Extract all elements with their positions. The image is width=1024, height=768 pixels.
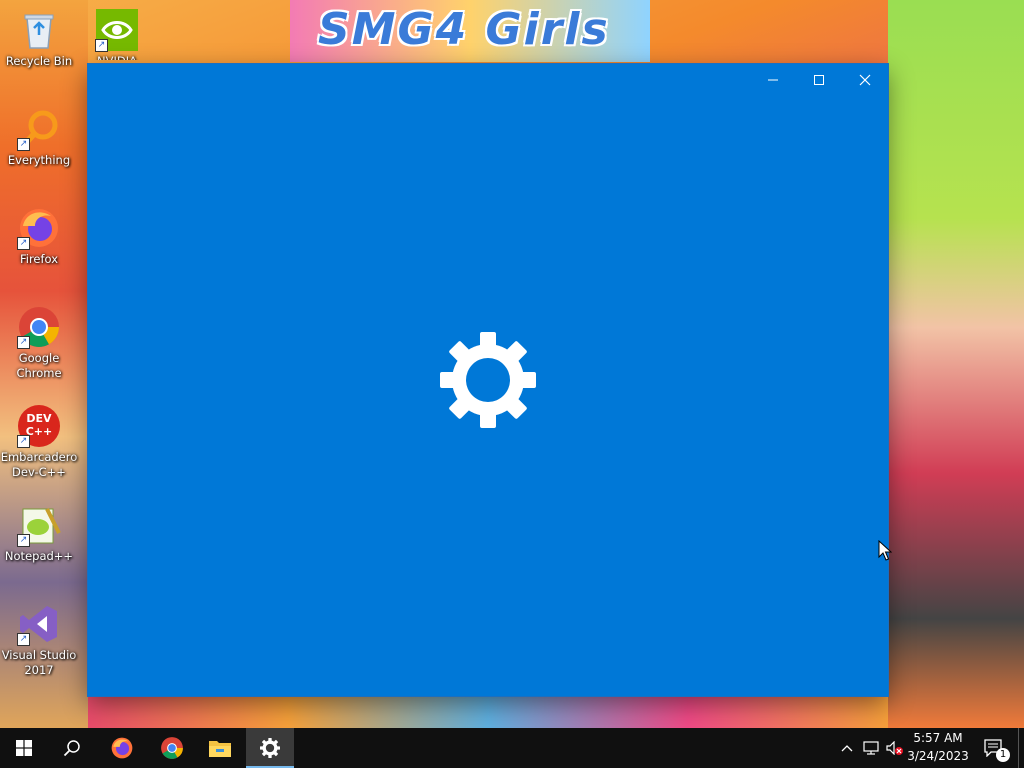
desktop-icon-google-chrome[interactable]: ↗ Google Chrome bbox=[0, 305, 78, 381]
maximize-icon bbox=[814, 75, 824, 85]
clock-date[interactable]: 3/24/2023 bbox=[906, 749, 970, 763]
desktop-icon-label: Firefox bbox=[19, 252, 59, 266]
minimize-button[interactable] bbox=[750, 64, 796, 96]
desktop-icon-firefox[interactable]: ↗ Firefox bbox=[0, 206, 78, 267]
shortcut-arrow-icon: ↗ bbox=[17, 633, 30, 646]
desktop-icon-everything[interactable]: ↗ Everything bbox=[0, 107, 78, 168]
search-icon bbox=[63, 740, 80, 757]
clock-time[interactable]: 5:57 AM bbox=[906, 731, 970, 745]
chrome-icon bbox=[161, 737, 183, 759]
shortcut-arrow-icon: ↗ bbox=[17, 138, 30, 151]
mouse-cursor-icon bbox=[878, 540, 892, 561]
recycle-bin-icon bbox=[17, 8, 61, 52]
desktop-icon-nvidia[interactable]: ↗ NVIDIA bbox=[78, 8, 156, 60]
desktop-icon-notepadpp[interactable]: ↗ Notepad++ bbox=[0, 503, 78, 564]
visual-studio-icon: ↗ bbox=[17, 602, 61, 646]
desktop-icon-label: Everything bbox=[7, 153, 71, 167]
firefox-icon: ↗ bbox=[17, 206, 61, 250]
taskbar-chrome[interactable] bbox=[148, 728, 196, 768]
folder-icon bbox=[209, 741, 231, 757]
shortcut-arrow-icon: ↗ bbox=[95, 39, 108, 52]
action-center-button[interactable]: 1 bbox=[976, 728, 1012, 768]
desktop-icon-recycle-bin[interactable]: Recycle Bin bbox=[0, 8, 78, 69]
volume-muted-icon bbox=[886, 741, 903, 755]
gear-icon bbox=[440, 332, 536, 428]
close-icon bbox=[859, 74, 871, 86]
notepadpp-icon: ↗ bbox=[17, 503, 61, 547]
taskbar-firefox[interactable] bbox=[98, 728, 146, 768]
show-desktop-divider bbox=[1018, 728, 1019, 768]
network-icon bbox=[863, 741, 879, 755]
search-button[interactable] bbox=[48, 728, 96, 768]
chevron-up-icon bbox=[841, 745, 853, 752]
desktop-icon-label: Notepad++ bbox=[4, 549, 74, 563]
desktop-icon-devcpp[interactable]: DEV C++ ↗ Embarcadero Dev-C++ bbox=[0, 404, 78, 480]
devcpp-icon: DEV C++ ↗ bbox=[17, 404, 61, 448]
wallpaper-right bbox=[888, 0, 1024, 728]
tray-overflow-button[interactable] bbox=[836, 728, 858, 768]
shortcut-arrow-icon: ↗ bbox=[17, 237, 30, 250]
desktop-icon-label: Recycle Bin bbox=[5, 54, 73, 68]
nvidia-icon: ↗ bbox=[95, 8, 139, 52]
taskbar-file-explorer[interactable] bbox=[196, 728, 244, 768]
tray-volume[interactable] bbox=[884, 728, 906, 768]
windows-logo-icon bbox=[16, 740, 32, 756]
start-button[interactable] bbox=[0, 728, 48, 768]
chrome-icon: ↗ bbox=[17, 305, 61, 349]
desktop-icon-label: NVIDIA bbox=[78, 54, 156, 60]
wallpaper-banner-text: SMG4 Girls bbox=[318, 4, 610, 55]
taskbar: 5:57 AM 3/24/2023 1 bbox=[0, 728, 1024, 768]
settings-window[interactable] bbox=[88, 64, 888, 696]
taskbar-settings[interactable] bbox=[246, 728, 294, 768]
notification-badge: 1 bbox=[996, 748, 1010, 762]
wallpaper-bottom bbox=[88, 696, 888, 728]
desktop-icon-label: Google Chrome bbox=[16, 351, 62, 380]
magnifier-icon: ↗ bbox=[17, 107, 61, 151]
shortcut-arrow-icon: ↗ bbox=[17, 435, 30, 448]
close-button[interactable] bbox=[842, 64, 888, 96]
shortcut-arrow-icon: ↗ bbox=[17, 336, 30, 349]
minimize-icon bbox=[768, 79, 778, 81]
desktop-icon-label: Visual Studio 2017 bbox=[1, 648, 77, 677]
gear-icon bbox=[260, 738, 280, 758]
shortcut-arrow-icon: ↗ bbox=[17, 534, 30, 547]
firefox-icon bbox=[111, 737, 133, 759]
desktop-icon-label: Embarcadero Dev-C++ bbox=[0, 450, 78, 479]
desktop-icon-visual-studio[interactable]: ↗ Visual Studio 2017 bbox=[0, 602, 78, 678]
maximize-button[interactable] bbox=[796, 64, 842, 96]
tray-network[interactable] bbox=[860, 728, 882, 768]
